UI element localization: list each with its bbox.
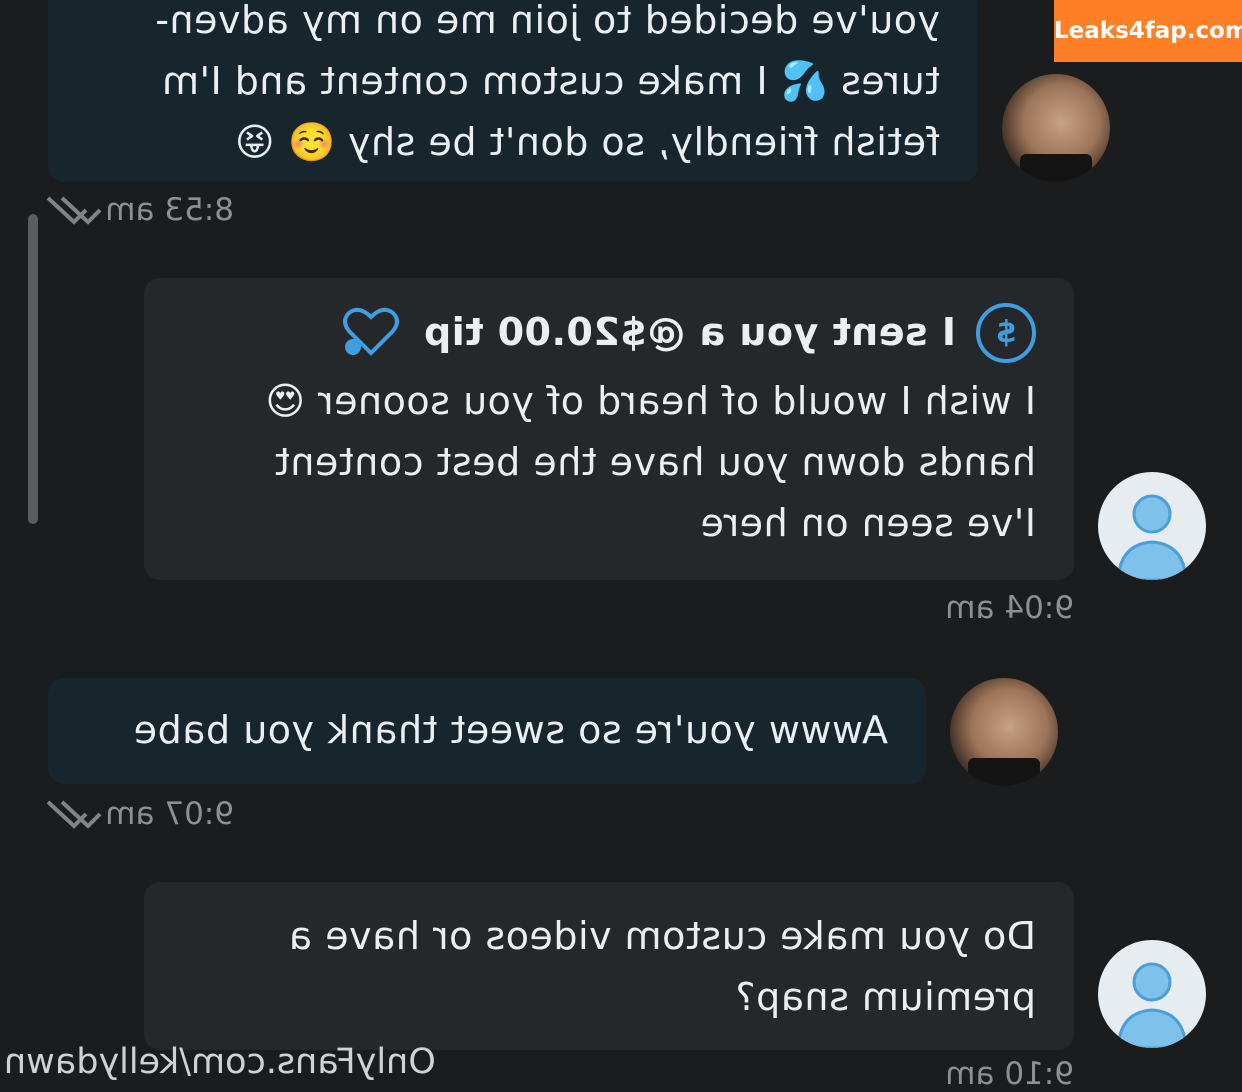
- site-watermark: Leaks4fap.com: [1054, 0, 1242, 62]
- message-text: you've decided to join me on my adven-: [154, 0, 940, 42]
- message-bubble-incoming: you've decided to join me on my adven- t…: [48, 0, 978, 182]
- message-time: 9:10 am: [945, 1056, 1074, 1092]
- message-text: hands down you have the best content: [274, 440, 1037, 484]
- chat-thread: you've decided to join me on my adven- t…: [0, 0, 1242, 1092]
- message-text: tures 💦 I make custom content and I'm: [161, 59, 940, 103]
- user-silhouette-icon: [1116, 494, 1188, 580]
- user-avatar[interactable]: [1098, 472, 1206, 580]
- message-bubble-outgoing: $ I sent you a @$20.00 tip I wish I woul…: [144, 278, 1074, 580]
- message-text: fetish friendly, so don't be shy ☺️ 😝: [234, 120, 940, 164]
- creator-avatar[interactable]: [1002, 74, 1110, 182]
- message-time: 9:07 am: [105, 796, 234, 832]
- message-time: 9:04 am: [945, 590, 1074, 626]
- message-text: Awww you're so sweet thank you babe: [133, 708, 888, 752]
- double-check-icon: [46, 800, 102, 829]
- message-text: I've seen on here: [700, 501, 1036, 545]
- message-text: Do you make custom videos or have a: [288, 914, 1036, 958]
- tip-text: I sent you a @$20.00 tip: [423, 310, 957, 354]
- user-silhouette-icon: [1116, 962, 1188, 1048]
- tip-notice: $ I sent you a @$20.00 tip: [182, 302, 1036, 363]
- heart-icon[interactable]: [342, 307, 402, 359]
- dollar-circle-icon: $: [976, 302, 1036, 363]
- user-avatar[interactable]: [1098, 940, 1206, 1048]
- creator-avatar[interactable]: [950, 678, 1058, 786]
- message-bubble-incoming: Awww you're so sweet thank you babe: [48, 678, 926, 784]
- message-bubble-outgoing: Do you make custom videos or have a prem…: [144, 882, 1074, 1050]
- message-time: 8:53 am: [105, 192, 234, 228]
- profile-watermark: OnlyFans.com/kellydawn: [4, 1042, 436, 1082]
- message-text: premium snap?: [735, 975, 1036, 1019]
- double-check-icon: [46, 196, 102, 225]
- message-text: I wish I would of heard of you sooner 😍: [264, 379, 1036, 423]
- scrollbar[interactable]: [28, 214, 38, 524]
